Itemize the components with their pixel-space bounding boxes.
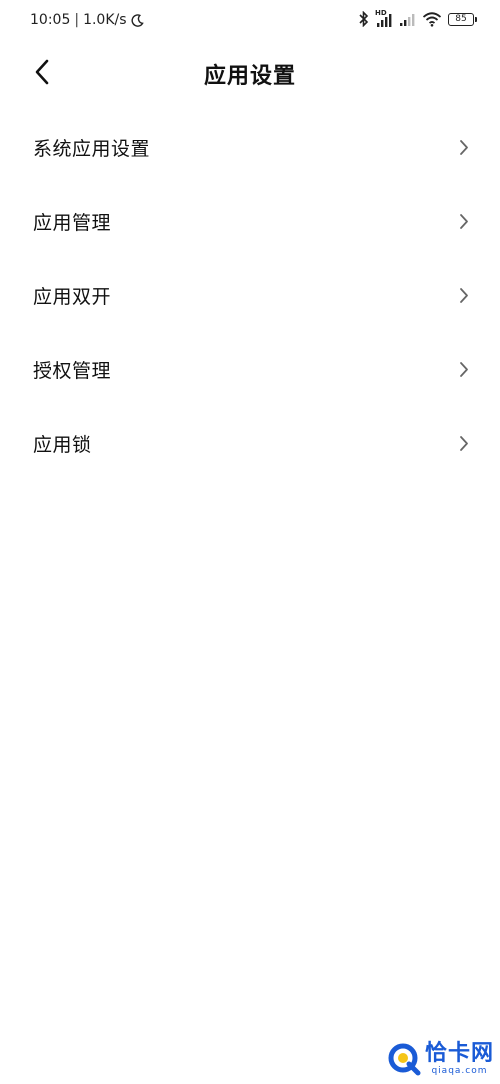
signal-icon: HD bbox=[375, 9, 393, 28]
chevron-right-icon bbox=[458, 360, 470, 378]
signal-weak-icon bbox=[399, 11, 416, 27]
chevron-right-icon bbox=[458, 212, 470, 230]
network-speed: 1.0K/s bbox=[83, 12, 127, 28]
list-item-label: 授权管理 bbox=[33, 359, 112, 382]
moon-icon bbox=[131, 13, 144, 27]
list-item-label: 应用双开 bbox=[33, 285, 112, 308]
battery-level: 85 bbox=[455, 14, 467, 24]
list-item-app-lock[interactable]: 应用锁 bbox=[0, 406, 500, 480]
status-time: 10:05 bbox=[30, 12, 71, 28]
chevron-right-icon bbox=[458, 138, 470, 156]
watermark-url: qiaqa.com bbox=[431, 1065, 488, 1076]
list-item-label: 应用管理 bbox=[33, 211, 112, 234]
list-item-label: 应用锁 bbox=[33, 433, 92, 456]
list-item-dual-apps[interactable]: 应用双开 bbox=[0, 258, 500, 332]
watermark-logo-icon bbox=[387, 1042, 421, 1076]
watermark-text: 恰卡网 qiaqa.com bbox=[424, 1040, 494, 1076]
list-item-app-management[interactable]: 应用管理 bbox=[0, 184, 500, 258]
bluetooth-icon bbox=[358, 11, 369, 27]
status-right: HD 85 bbox=[358, 9, 477, 28]
watermark-title: 恰卡网 bbox=[424, 1040, 494, 1066]
battery-icon: 85 bbox=[448, 12, 477, 26]
status-left: 10:05 | 1.0K/s bbox=[30, 12, 144, 28]
list-item-label: 系统应用设置 bbox=[33, 137, 151, 160]
header: 应用设置 bbox=[0, 44, 500, 102]
chevron-right-icon bbox=[458, 286, 470, 304]
page-title: 应用设置 bbox=[203, 64, 296, 89]
watermark: 恰卡网 qiaqa.com bbox=[387, 1042, 494, 1076]
wifi-icon bbox=[422, 11, 442, 27]
list-item-permissions[interactable]: 授权管理 bbox=[0, 332, 500, 406]
chevron-right-icon bbox=[458, 434, 470, 452]
status-bar: 10:05 | 1.0K/s HD 85 bbox=[0, 0, 500, 44]
list-item-system-app-settings[interactable]: 系统应用设置 bbox=[0, 110, 500, 184]
settings-list: 系统应用设置 应用管理 应用双开 授权管理 应用锁 bbox=[0, 110, 500, 480]
status-separator: | bbox=[74, 12, 80, 28]
